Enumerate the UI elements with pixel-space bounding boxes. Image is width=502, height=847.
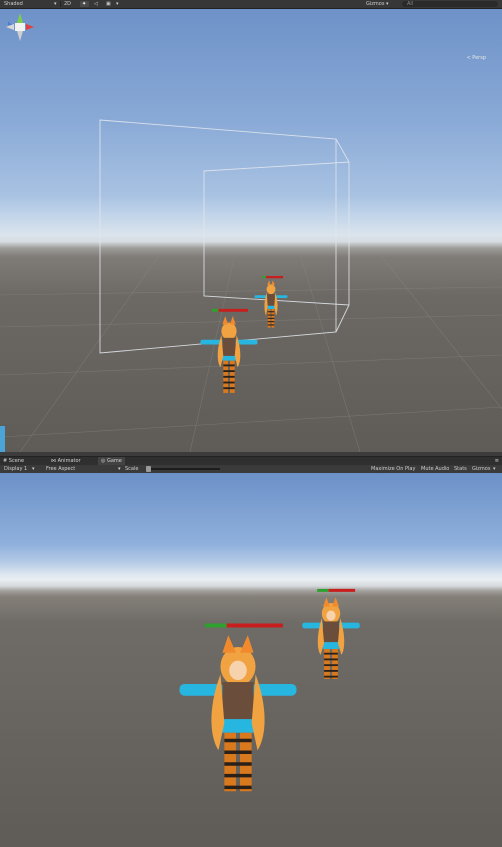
dropdown-arrow-icon: ▾ xyxy=(493,466,496,472)
shading-mode-dropdown[interactable]: Shaded xyxy=(4,0,23,8)
sun-icon: ✦ xyxy=(82,1,87,7)
near-character[interactable] xyxy=(179,623,297,792)
game-gizmos-dropdown[interactable]: Gizmos xyxy=(472,465,490,473)
unity-editor: Shaded ▾ 2D ✦ ◁ ▣ ▾ Gizmos ▾ All < Persp… xyxy=(0,0,502,847)
scale-slider-track[interactable] xyxy=(150,468,220,470)
selected-object-marker xyxy=(0,426,5,452)
orientation-gizmo-icon[interactable] xyxy=(0,9,40,61)
scale-label: Scale xyxy=(125,466,139,472)
maximize-on-play-toggle[interactable]: Maximize On Play xyxy=(371,465,415,473)
dropdown-arrow-icon: ▾ xyxy=(116,1,119,7)
mute-audio-toggle[interactable]: Mute Audio xyxy=(421,465,449,473)
tab-label: Scene xyxy=(8,458,25,464)
tab-label: Game xyxy=(106,458,122,464)
camera-near-plane xyxy=(203,161,350,306)
toolbar-divider xyxy=(60,1,61,7)
dropdown-arrow-icon: ▾ xyxy=(32,466,35,472)
dropdown-arrow-icon: ▾ xyxy=(118,466,121,472)
camera-frustum xyxy=(99,119,350,354)
scene-canvas xyxy=(0,119,502,452)
game-view[interactable] xyxy=(0,473,502,847)
hash-icon: # xyxy=(3,458,8,464)
scene-grid xyxy=(0,253,502,452)
camera-far-plane xyxy=(99,119,337,354)
2d-toggle[interactable]: 2D xyxy=(64,0,71,8)
scale-slider-handle[interactable] xyxy=(146,466,151,472)
aspect-dropdown[interactable]: Free Aspect xyxy=(46,465,75,473)
stats-toggle[interactable]: Stats xyxy=(454,465,467,473)
game-icon: ◎ xyxy=(101,458,106,464)
scene-view[interactable]: < Persp xyxy=(0,9,502,452)
dropdown-arrow-icon: ▾ xyxy=(386,1,389,7)
scene-toolbar: Shaded ▾ 2D ✦ ◁ ▣ ▾ Gizmos ▾ All xyxy=(0,0,502,9)
tab-label: Animator xyxy=(57,458,81,464)
audio-toggle-icon[interactable]: ◁ xyxy=(94,0,98,8)
gizmos-dropdown[interactable]: Gizmos xyxy=(366,0,384,8)
search-placeholder: All xyxy=(407,1,414,7)
projection-mode-label[interactable]: < Persp xyxy=(466,55,486,61)
near-character[interactable] xyxy=(200,308,258,393)
game-canvas xyxy=(179,588,360,792)
display-dropdown[interactable]: Display 1 xyxy=(4,465,27,473)
scene-search-input[interactable]: All xyxy=(402,1,498,7)
animator-icon: ⋈ xyxy=(51,458,56,464)
dropdown-arrow-icon: ▾ xyxy=(54,1,57,7)
effects-toggle-icon[interactable]: ▣ xyxy=(106,0,111,8)
far-character[interactable] xyxy=(302,588,360,679)
